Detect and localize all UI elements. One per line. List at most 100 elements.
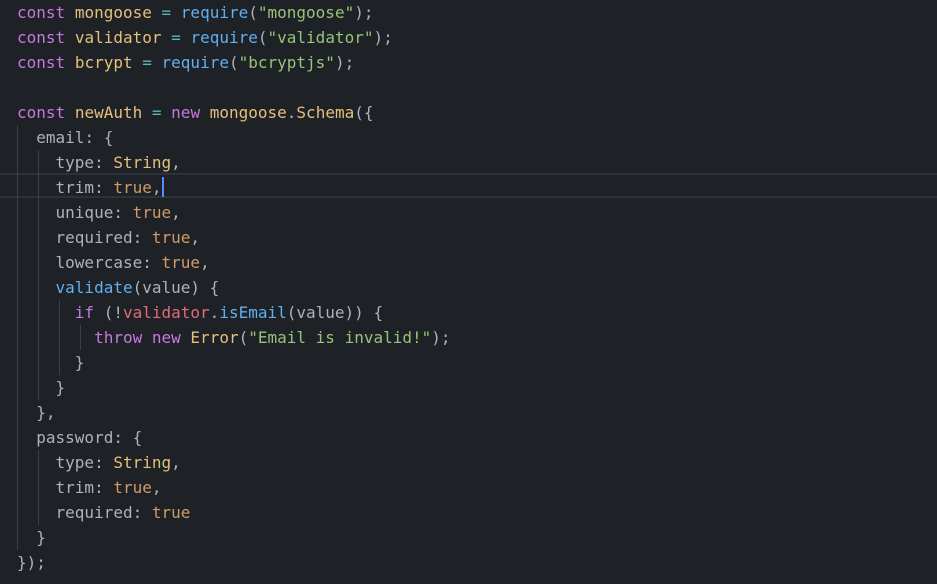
token: true bbox=[113, 478, 152, 497]
code-line-1: const mongoose = require("mongoose"); bbox=[17, 0, 373, 25]
token: lowercase bbox=[55, 253, 143, 272]
text-cursor bbox=[161, 177, 164, 197]
token: : bbox=[113, 203, 123, 222]
token: , bbox=[151, 478, 162, 497]
token: (value) bbox=[132, 278, 201, 297]
token: } bbox=[74, 353, 85, 372]
code-line-21: required: true bbox=[17, 500, 191, 525]
token: validator bbox=[122, 303, 210, 322]
token: true bbox=[132, 203, 172, 222]
token: : bbox=[132, 503, 143, 522]
token: = bbox=[171, 28, 181, 47]
token: trim bbox=[55, 478, 95, 497]
token: throw bbox=[94, 328, 143, 347]
code-line-19: type: String, bbox=[17, 450, 181, 475]
token: mongoose bbox=[209, 103, 287, 122]
code-line-14: throw new Error("Email is invalid!"); bbox=[17, 325, 451, 350]
code-line-7: type: String, bbox=[17, 150, 181, 175]
token: "Email is invalid!" bbox=[248, 328, 432, 347]
token: const bbox=[17, 53, 66, 72]
token: true bbox=[113, 178, 152, 197]
token: require bbox=[180, 3, 249, 22]
token: . bbox=[209, 303, 220, 322]
token: : bbox=[94, 478, 104, 497]
token: require bbox=[161, 53, 229, 72]
code-line-11: lowercase: true, bbox=[17, 250, 210, 275]
token: ); bbox=[354, 3, 374, 22]
token: ( bbox=[248, 3, 258, 22]
token: = bbox=[142, 53, 152, 72]
token: = bbox=[161, 3, 172, 22]
code-line-12: validate(value) { bbox=[17, 275, 220, 300]
token: const bbox=[17, 28, 66, 47]
code-editor[interactable]: const mongoose = require("mongoose"); co… bbox=[0, 0, 937, 584]
token: }); bbox=[17, 553, 46, 572]
code-line-18: password: { bbox=[17, 425, 142, 450]
token: new bbox=[171, 103, 201, 122]
code-line-5: const newAuth = new mongoose.Schema({ bbox=[17, 100, 373, 125]
token: validator bbox=[74, 28, 162, 47]
token: required bbox=[55, 228, 133, 247]
token: ); bbox=[431, 328, 451, 347]
token: , bbox=[200, 253, 210, 272]
code-line-3: const bcrypt = require("bcryptjs"); bbox=[17, 50, 354, 75]
token: mongoose bbox=[74, 3, 152, 22]
token: type bbox=[55, 453, 95, 472]
code-line-2: const validator = require("validator"); bbox=[17, 25, 393, 50]
token: trim bbox=[55, 178, 95, 197]
token: ( bbox=[228, 53, 239, 72]
token: { bbox=[132, 428, 143, 447]
token: : bbox=[132, 228, 143, 247]
token: = bbox=[151, 103, 162, 122]
code-line-6: email: { bbox=[17, 125, 113, 150]
token: true bbox=[151, 503, 191, 522]
token: Schema bbox=[296, 103, 355, 122]
token: bcrypt bbox=[74, 53, 133, 72]
token: const bbox=[17, 3, 66, 22]
code-line-20: trim: true, bbox=[17, 475, 162, 500]
token: } bbox=[55, 378, 66, 397]
token: type bbox=[55, 153, 95, 172]
token: : bbox=[142, 253, 152, 272]
token: (! bbox=[103, 303, 123, 322]
token: : bbox=[94, 153, 104, 172]
token: if bbox=[74, 303, 95, 322]
token: , bbox=[151, 178, 162, 197]
token: String bbox=[113, 453, 172, 472]
token: true bbox=[151, 228, 191, 247]
token: Error bbox=[190, 328, 239, 347]
token: : bbox=[94, 453, 104, 472]
token: : bbox=[113, 428, 123, 447]
token: , bbox=[171, 153, 181, 172]
token: : bbox=[84, 128, 95, 147]
token: . bbox=[286, 103, 297, 122]
token: , bbox=[190, 228, 201, 247]
token: required bbox=[55, 503, 133, 522]
token: { bbox=[209, 278, 220, 297]
code-line-9: unique: true, bbox=[17, 200, 181, 225]
token: password bbox=[36, 428, 114, 447]
token: }, bbox=[36, 403, 56, 422]
token: , bbox=[171, 203, 181, 222]
code-line-22: } bbox=[17, 525, 46, 550]
code-line-15: } bbox=[17, 350, 85, 375]
code-line-8: trim: true, bbox=[17, 175, 164, 200]
token: ({ bbox=[354, 103, 374, 122]
code-line-17: }, bbox=[17, 400, 56, 425]
token: new bbox=[151, 328, 181, 347]
token: ); bbox=[373, 28, 393, 47]
token: , bbox=[171, 453, 181, 472]
code-line-16: } bbox=[17, 375, 66, 400]
token: : bbox=[94, 178, 104, 197]
token: validate bbox=[55, 278, 133, 297]
token: ( bbox=[238, 328, 249, 347]
token: (value)) bbox=[286, 303, 364, 322]
token: { bbox=[103, 128, 114, 147]
token: isEmail bbox=[219, 303, 287, 322]
token: "validator" bbox=[267, 28, 374, 47]
code-line-13: if (!validator.isEmail(value)) { bbox=[17, 300, 383, 325]
token: ( bbox=[257, 28, 268, 47]
token: "mongoose" bbox=[257, 3, 355, 22]
token: String bbox=[113, 153, 172, 172]
token: { bbox=[373, 303, 384, 322]
